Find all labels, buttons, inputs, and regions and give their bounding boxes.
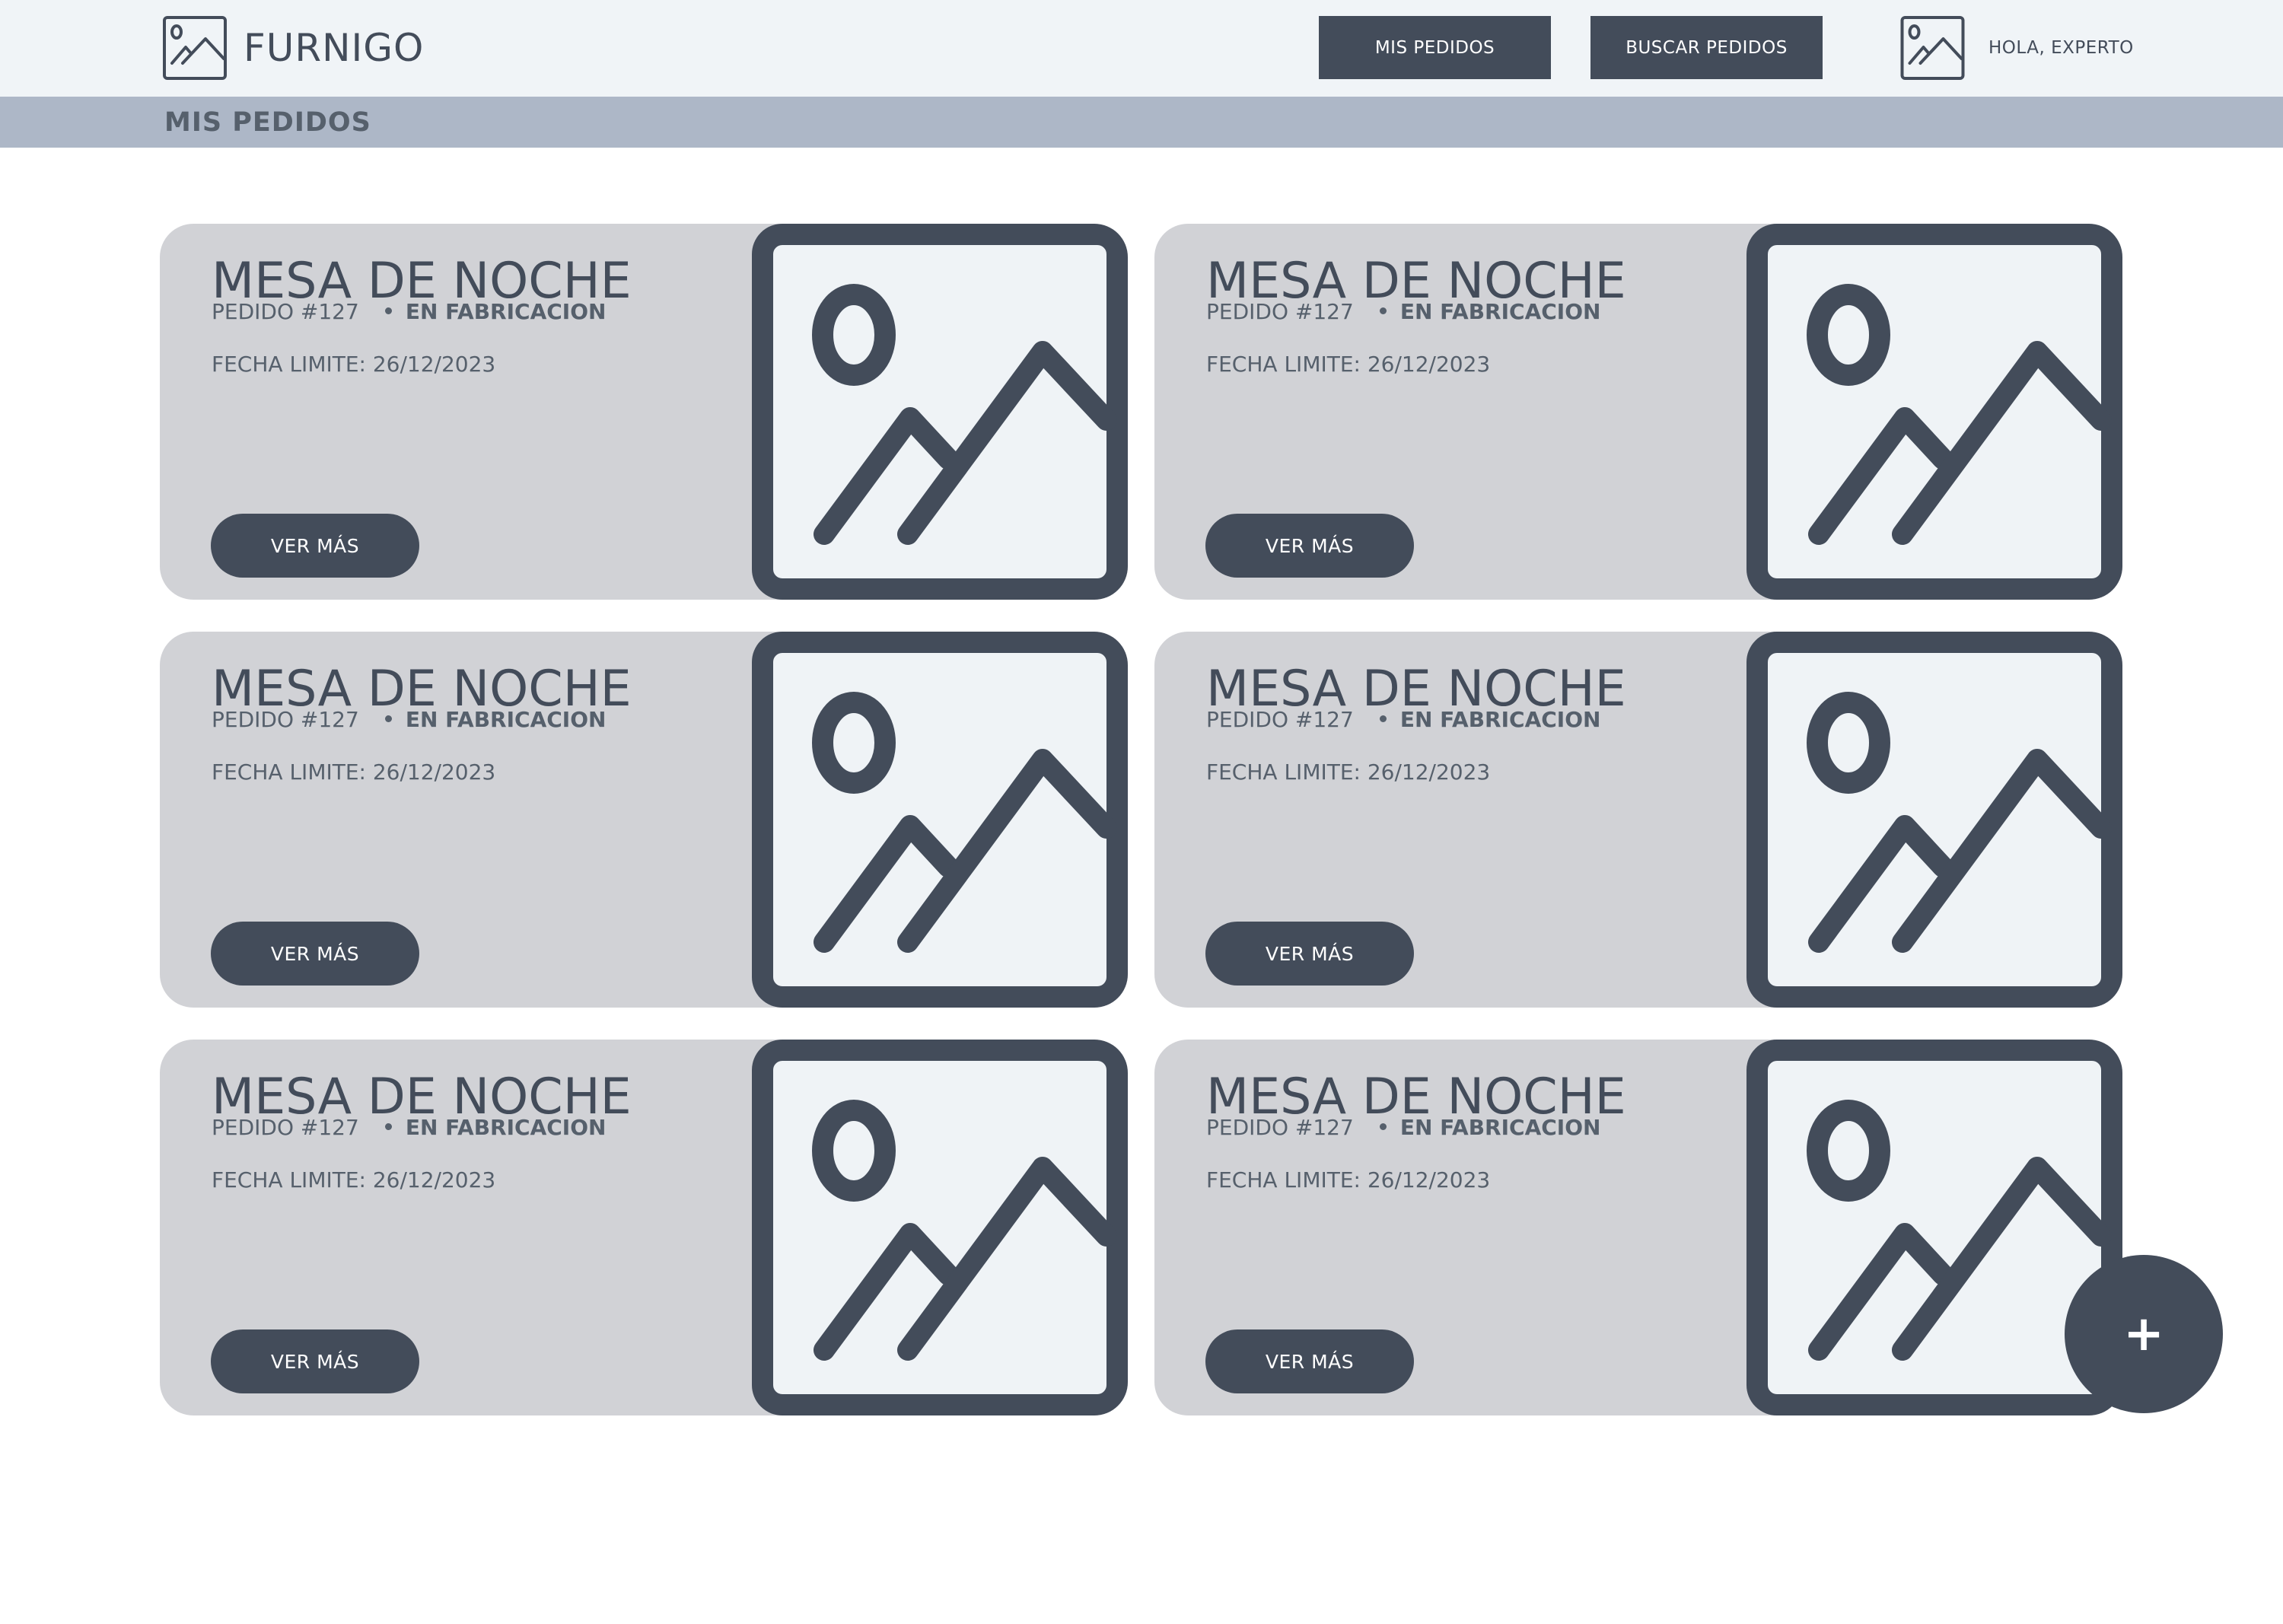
- order-number: PEDIDO #127: [1206, 707, 1354, 732]
- view-more-button[interactable]: VER MÁS: [1205, 1329, 1414, 1393]
- order-due-date: FECHA LIMITE: 26/12/2023: [212, 352, 496, 377]
- view-more-button[interactable]: VER MÁS: [1205, 514, 1414, 578]
- order-card: MESA DE NOCHE PEDIDO #127 EN FABRICACION FE…: [160, 632, 1128, 1008]
- separator-dot: [1379, 1122, 1387, 1130]
- user-greeting[interactable]: HOLA, EXPERTO: [1988, 35, 2134, 61]
- page-title-bar: MIS PEDIDOS: [0, 97, 2283, 148]
- order-due-date: FECHA LIMITE: 26/12/2023: [212, 1167, 496, 1193]
- add-order-button[interactable]: +: [2065, 1255, 2223, 1413]
- order-number: PEDIDO #127: [212, 707, 359, 732]
- separator-dot: [384, 715, 392, 722]
- order-image-icon: [752, 632, 1128, 1008]
- order-meta: PEDIDO #127 EN FABRICACION: [1206, 705, 1600, 735]
- order-status: EN FABRICACION: [1399, 1115, 1601, 1140]
- order-status: EN FABRICACION: [1399, 299, 1601, 324]
- logo-image-icon[interactable]: [163, 16, 227, 80]
- order-status: EN FABRICACION: [405, 1115, 607, 1140]
- page-title: MIS PEDIDOS: [164, 107, 371, 138]
- order-number: PEDIDO #127: [1206, 1115, 1354, 1140]
- search-orders-button[interactable]: BUSCAR PEDIDOS: [1590, 16, 1823, 79]
- separator-dot: [1379, 715, 1387, 722]
- order-meta: PEDIDO #127 EN FABRICACION: [212, 1113, 606, 1143]
- order-meta: PEDIDO #127 EN FABRICACION: [1206, 1113, 1600, 1143]
- order-meta: PEDIDO #127 EN FABRICACION: [212, 297, 606, 327]
- top-header: FURNIGO MIS PEDIDOS BUSCAR PEDIDOS HOLA,…: [0, 0, 2283, 97]
- brand-name[interactable]: FURNIGO: [244, 23, 424, 73]
- order-due-date: FECHA LIMITE: 26/12/2023: [212, 759, 496, 785]
- order-due-date: FECHA LIMITE: 26/12/2023: [1206, 1167, 1491, 1193]
- view-more-button[interactable]: VER MÁS: [211, 1329, 419, 1393]
- order-card: MESA DE NOCHE PEDIDO #127 EN FABRICACION FE…: [1154, 632, 2122, 1008]
- view-more-button[interactable]: VER MÁS: [211, 514, 419, 578]
- order-number: PEDIDO #127: [212, 299, 359, 324]
- order-meta: PEDIDO #127 EN FABRICACION: [212, 705, 606, 735]
- order-card: MESA DE NOCHE PEDIDO #127 EN FABRICACION FE…: [1154, 1040, 2122, 1415]
- separator-dot: [384, 1122, 392, 1130]
- view-more-button[interactable]: VER MÁS: [1205, 922, 1414, 986]
- order-meta: PEDIDO #127 EN FABRICACION: [1206, 297, 1600, 327]
- order-status: EN FABRICACION: [405, 299, 607, 324]
- my-orders-button[interactable]: MIS PEDIDOS: [1319, 16, 1551, 79]
- order-card: MESA DE NOCHE PEDIDO #127 EN FABRICACION FE…: [160, 1040, 1128, 1415]
- order-card: MESA DE NOCHE PEDIDO #127 EN FABRICACION FE…: [160, 224, 1128, 600]
- order-number: PEDIDO #127: [212, 1115, 359, 1140]
- order-image-icon: [1746, 632, 2122, 1008]
- order-status: EN FABRICACION: [405, 707, 607, 732]
- plus-icon: +: [2123, 1306, 2164, 1362]
- view-more-button[interactable]: VER MÁS: [211, 922, 419, 986]
- separator-dot: [384, 307, 392, 314]
- order-number: PEDIDO #127: [1206, 299, 1354, 324]
- order-image-icon: [1746, 224, 2122, 600]
- order-image-icon: [1746, 1040, 2122, 1415]
- order-image-icon: [752, 1040, 1128, 1415]
- order-due-date: FECHA LIMITE: 26/12/2023: [1206, 352, 1491, 377]
- order-due-date: FECHA LIMITE: 26/12/2023: [1206, 759, 1491, 785]
- order-card: MESA DE NOCHE PEDIDO #127 EN FABRICACION FE…: [1154, 224, 2122, 600]
- separator-dot: [1379, 307, 1387, 314]
- avatar-image-icon[interactable]: [1900, 16, 1965, 80]
- order-image-icon: [752, 224, 1128, 600]
- order-status: EN FABRICACION: [1399, 707, 1601, 732]
